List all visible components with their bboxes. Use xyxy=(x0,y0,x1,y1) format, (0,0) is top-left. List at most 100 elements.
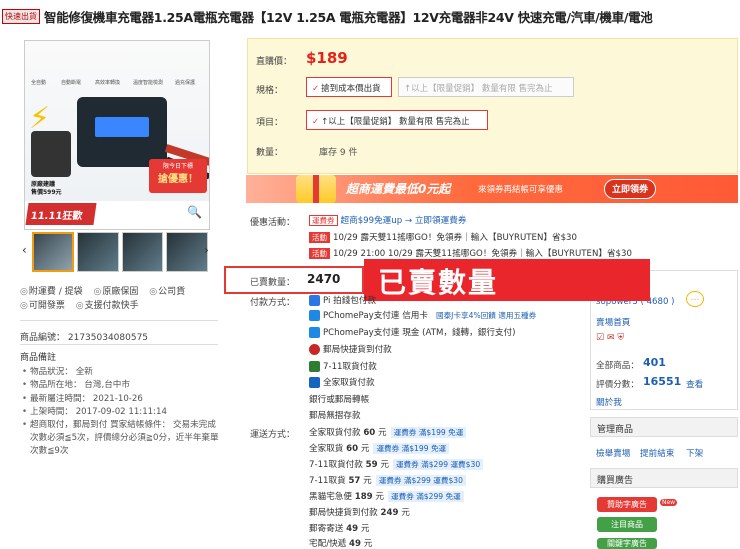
sold-quantity-callout: 已賣數量 xyxy=(364,259,650,301)
thumbnail-4[interactable] xyxy=(166,232,209,272)
main-product-image[interactable]: 全自動 自動斷電 高效率轉換 溫度智能檢測 過充保護 ⚡ 限今日下標 搶優惠！ … xyxy=(24,40,210,230)
service-link[interactable]: ◎支援付款快手 xyxy=(76,301,139,311)
feature-chip: 高效率轉換 xyxy=(95,80,121,86)
circle-icon: ◎ xyxy=(75,301,84,311)
circle-icon: ◎ xyxy=(20,301,28,311)
report-store-link[interactable]: 檢舉賣場 xyxy=(596,447,630,459)
shipping-row: 全家取貨 60 元運費券 滿$199 免運 xyxy=(309,442,450,454)
feature-chip: 自動斷電 xyxy=(61,80,82,86)
check-icon: ✓ xyxy=(312,117,320,127)
payment-method-label: PChomePay支付連 現金 (ATM，錢轉，銀行支付) xyxy=(323,328,516,338)
payment-method-label: 銀行或郵局轉帳 xyxy=(309,395,370,405)
service-link[interactable]: ◎附運費 / 提袋 xyxy=(20,287,83,297)
delist-link[interactable]: 下架 xyxy=(686,447,703,459)
payment-method-label: 郵局快捷貨到付款 xyxy=(323,345,392,355)
service-link[interactable]: ◎原廠保固 xyxy=(94,287,139,297)
featured-item-button[interactable]: 注目商品 xyxy=(597,517,657,532)
item-option-label: ↑以上【限量促銷】 數量有限 售完為止 xyxy=(321,117,470,127)
thumbnail-strip xyxy=(32,232,209,272)
rating-label: 評價分數： xyxy=(596,380,639,390)
note-item: 最新屬注時間： 2021-10-26 xyxy=(20,393,220,406)
product-notes: 商品備註 物品狀況： 全新 物品所在地： 台灣,台中市 最新屬注時間： 2021… xyxy=(20,352,220,459)
payment-offer-link[interactable]: 國泰J卡享4%回饋 適用五種券 xyxy=(436,310,536,321)
promo-line[interactable]: 活動 10/29 21:00 10/29 露天雙11搖哪GO！免領券｜輸入【BUY… xyxy=(309,247,632,259)
sale-badge: 11.11狂歡節 xyxy=(25,203,97,229)
family-mart-icon xyxy=(309,376,320,388)
service-links: ◎附運費 / 提袋 ◎原廠保固 ◎公司貨 ◎可開發票 ◎支援付款快手 xyxy=(20,285,220,313)
feature-chip: 全自動 xyxy=(31,80,47,86)
spec-option-cost-price[interactable]: ✓ 搶到成本價出貨 xyxy=(306,77,392,97)
payment-method: 7-11取貨付款 xyxy=(309,360,377,372)
payment-method-label: 7-11取貨付款 xyxy=(323,362,377,372)
shield-icon: ⛨ xyxy=(617,333,625,343)
spec-label: 規格： xyxy=(256,86,284,96)
seven-eleven-icon xyxy=(309,360,320,372)
about-me-link[interactable]: 關於我 xyxy=(596,396,622,408)
total-items-value[interactable]: 401 xyxy=(643,356,666,369)
original-price-note: 原廠建議 售價599元 xyxy=(31,181,62,197)
end-early-link[interactable]: 提前結束 xyxy=(640,447,674,459)
service-link[interactable]: ◎公司貨 xyxy=(149,287,185,297)
magnifier-icon[interactable]: 🔍 xyxy=(187,205,202,219)
spec-option-label: 搶到成本價出貨 xyxy=(321,84,381,94)
manage-panel-header: 管理商品 xyxy=(590,417,738,437)
circle-icon: ◎ xyxy=(20,287,28,297)
service-link[interactable]: ◎可開發票 xyxy=(20,301,65,311)
shipping-coupon[interactable]: 運費券 滿$299 運費$30 xyxy=(375,475,466,486)
sold-quantity-label: 已賣數量： xyxy=(250,278,296,288)
plug-illustration xyxy=(31,131,71,177)
payment-method: PChomePay支付連 現金 (ATM，錢轉，銀行支付) xyxy=(309,326,515,338)
shipping-row: 宅配/快遞 49 元 xyxy=(309,539,373,549)
ads-panel-header: 購買廣告 xyxy=(590,468,738,488)
pchomepay-icon xyxy=(309,326,320,338)
claim-coupon-button[interactable]: 立即領券 xyxy=(604,179,656,199)
note-item: 物品所在地： 台灣,台中市 xyxy=(20,379,220,392)
promo-line[interactable]: 運費券 超商$99免運up → 立即領運費券 xyxy=(309,214,466,226)
rating-view-link[interactable]: 查看 xyxy=(686,378,703,390)
spec-option-limited[interactable]: ↑以上【限量促銷】 數量有限 售完為止 xyxy=(398,77,574,97)
notes-title: 商品備註 xyxy=(20,353,57,363)
keyword-ad-button[interactable]: 關鍵字廣告 xyxy=(597,538,657,549)
seller-badges: ☑ ✉ ⛨ xyxy=(596,333,624,343)
thumbnail-3[interactable] xyxy=(121,232,164,272)
sponsored-ad-button[interactable]: 贊助字廣告 xyxy=(597,497,657,512)
store-home-link[interactable]: 賣場首頁 xyxy=(596,316,630,328)
promo-text: 10/29 21:00 10/29 露天雙11搖哪GO！免領券｜輸入【BUYRU… xyxy=(333,249,632,259)
feature-chip: 過充保護 xyxy=(175,80,196,86)
rating-value[interactable]: 16551 xyxy=(643,375,681,388)
title-row: 快速出貨 智能修復機車充電器1.25A電瓶充電器【12V 1.25A 電瓶充電器… xyxy=(2,4,738,28)
payment-method: 全家取貨付款 xyxy=(309,376,375,388)
note-item: 超商取付，郵局到付 買家結帳條件： 交易未完成次數必須≦5次，評價總分必須≧0分… xyxy=(20,419,220,459)
shipping-coupon[interactable]: 運費券 滿$299 免運 xyxy=(388,491,464,502)
chat-icon[interactable]: … xyxy=(686,291,704,307)
payment-method-label: 全家取貨付款 xyxy=(323,378,375,388)
item-option[interactable]: ✓ ↑以上【限量促銷】 數量有限 售完為止 xyxy=(306,110,488,130)
thumb-next-arrow-icon[interactable]: › xyxy=(204,243,209,257)
shipping-coupon[interactable]: 運費券 滿$299 運費$30 xyxy=(392,459,484,470)
charger-illustration xyxy=(77,97,167,167)
spec-option-label: ↑以上【限量促銷】 數量有限 售完為止 xyxy=(404,84,553,94)
shipping-coupon-banner[interactable]: 超商運費最低0元起 來領券再結帳可享優惠 立即領券 xyxy=(246,175,738,203)
price-label: 直購價： xyxy=(256,57,293,67)
payment-method: 郵局無摺存款 xyxy=(309,409,361,421)
item-label: 項目： xyxy=(256,118,284,128)
shipping-row: 郵局快捷貨到付款 249 元 xyxy=(309,508,410,518)
promo-line[interactable]: 活動 10/29 露天雙11搖哪GO！免領券｜輸入【BUYRUTEN】省$30 xyxy=(309,231,577,243)
shipping-row: 7-11取貨 57 元運費券 滿$299 運費$30 xyxy=(309,474,466,486)
promo-line-2: 搶優惠！ xyxy=(158,174,198,185)
thumb-prev-arrow-icon[interactable]: ‹ xyxy=(22,243,27,257)
promo-pill: 運費券 xyxy=(309,215,338,226)
promo-text: 超商$99免運up → 立即領運費券 xyxy=(340,216,467,226)
payment-method-label: PChomePay支付連 信用卡 xyxy=(323,311,428,321)
circle-icon: ◎ xyxy=(93,287,102,297)
shipping-coupon[interactable]: 運費券 滿$199 免運 xyxy=(373,443,450,454)
gift-box-icon xyxy=(296,175,336,203)
total-items-label: 全部商品： xyxy=(596,361,639,371)
promo-sticker: 限今日下標 搶優惠！ xyxy=(149,159,207,193)
shipping-coupon[interactable]: 運費券 滿$199 免運 xyxy=(390,427,467,438)
shipping-row: 全家取貨付款 60 元運費券 滿$199 免運 xyxy=(309,426,467,438)
thumbnail-2[interactable] xyxy=(76,232,119,272)
thumbnail-1[interactable] xyxy=(32,232,74,272)
pchomepay-icon xyxy=(309,309,320,321)
product-title: 智能修復機車充電器1.25A電瓶充電器【12V 1.25A 電瓶充電器】12V充… xyxy=(44,9,653,25)
